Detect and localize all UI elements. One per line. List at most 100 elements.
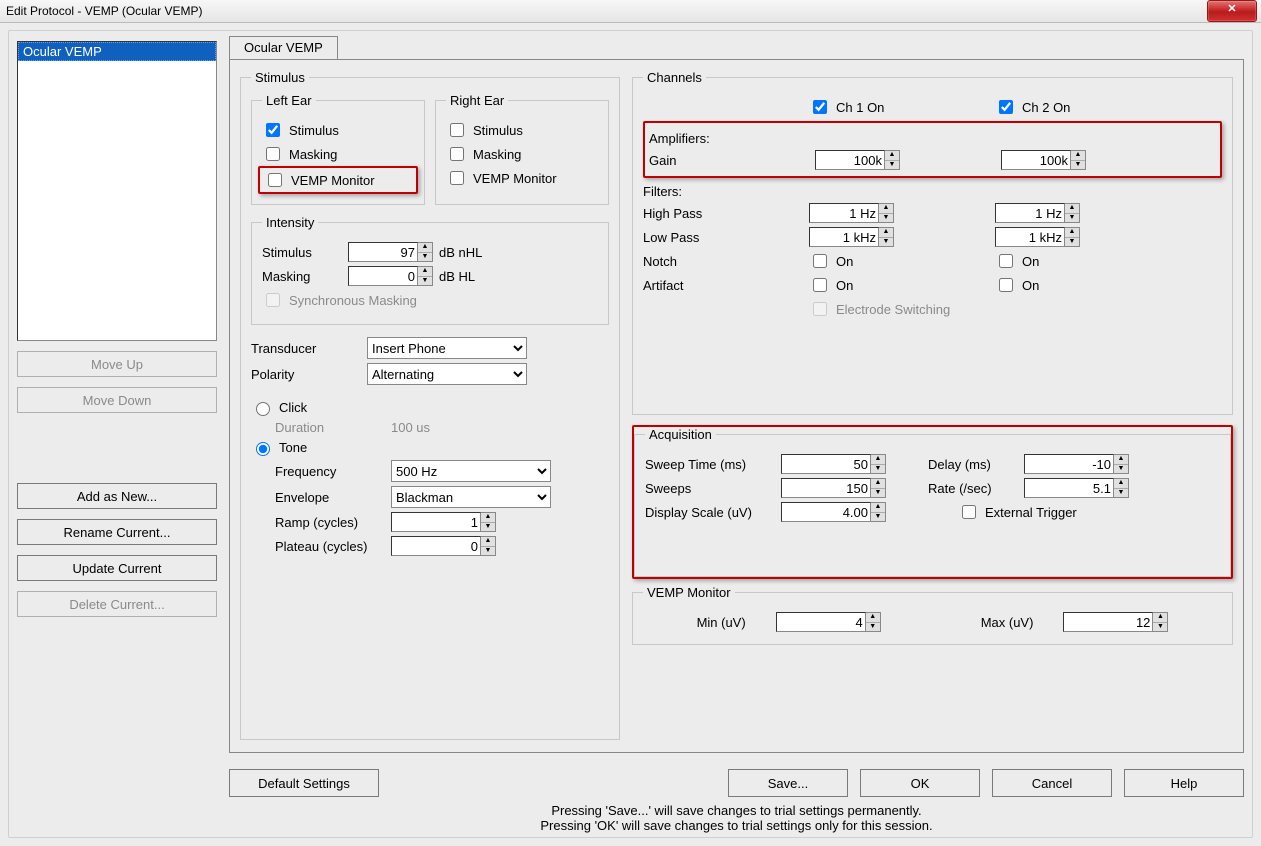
chevron-down-icon[interactable]: ▼ [1114, 465, 1128, 474]
chevron-down-icon[interactable]: ▼ [1065, 238, 1079, 247]
notch1-checkbox[interactable] [813, 254, 827, 268]
close-button[interactable]: ✕ [1207, 0, 1257, 22]
chevron-down-icon[interactable]: ▼ [879, 238, 893, 247]
ramp-input[interactable] [391, 512, 481, 532]
chevron-down-icon[interactable]: ▼ [418, 253, 432, 262]
chevron-down-icon[interactable]: ▼ [481, 547, 495, 556]
envelope-select[interactable]: Blackman [391, 486, 551, 508]
protocol-list[interactable]: Ocular VEMP [17, 41, 217, 341]
chevron-up-icon[interactable]: ▲ [418, 267, 432, 277]
gain1-spinner[interactable]: ▲▼ [815, 150, 900, 170]
vemp-max-spinner[interactable]: ▲▼ [1063, 612, 1168, 632]
lp2-input[interactable] [995, 227, 1065, 247]
chevron-up-icon[interactable]: ▲ [879, 204, 893, 214]
chevron-down-icon[interactable]: ▼ [871, 489, 885, 498]
rate-input[interactable] [1024, 478, 1114, 498]
chevron-up-icon[interactable]: ▲ [1114, 455, 1128, 465]
gain2-input[interactable] [1001, 150, 1071, 170]
chevron-down-icon[interactable]: ▼ [879, 214, 893, 223]
hp1-input[interactable] [809, 203, 879, 223]
spinner-buttons[interactable]: ▲▼ [1153, 612, 1168, 632]
spinner-buttons[interactable]: ▲▼ [1114, 454, 1129, 474]
click-radio[interactable] [256, 402, 270, 416]
spinner-buttons[interactable]: ▲▼ [1114, 478, 1129, 498]
chevron-up-icon[interactable]: ▲ [1065, 228, 1079, 238]
chevron-down-icon[interactable]: ▼ [481, 523, 495, 532]
chevron-up-icon[interactable]: ▲ [885, 151, 899, 161]
notch2-checkbox[interactable] [999, 254, 1013, 268]
lp2-spinner[interactable]: ▲▼ [995, 227, 1080, 247]
intensity-stimulus-input[interactable] [348, 242, 418, 262]
chevron-down-icon[interactable]: ▼ [1114, 489, 1128, 498]
spinner-buttons[interactable]: ▲▼ [871, 502, 886, 522]
spinner-buttons[interactable]: ▲▼ [418, 242, 433, 262]
ok-button[interactable]: OK [860, 769, 980, 797]
display-scale-spinner[interactable]: ▲▼ [781, 502, 886, 522]
help-button[interactable]: Help [1124, 769, 1244, 797]
chevron-up-icon[interactable]: ▲ [1065, 204, 1079, 214]
sweep-time-spinner[interactable]: ▲▼ [781, 454, 886, 474]
plateau-input[interactable] [391, 536, 481, 556]
lp1-input[interactable] [809, 227, 879, 247]
spinner-buttons[interactable]: ▲▼ [885, 150, 900, 170]
add-as-new-button[interactable]: Add as New... [17, 483, 217, 509]
vemp-min-spinner[interactable]: ▲▼ [776, 612, 881, 632]
ext-trigger-checkbox[interactable] [962, 505, 976, 519]
spinner-buttons[interactable]: ▲▼ [879, 227, 894, 247]
gain1-input[interactable] [815, 150, 885, 170]
spinner-buttons[interactable]: ▲▼ [1071, 150, 1086, 170]
chevron-down-icon[interactable]: ▼ [871, 513, 885, 522]
delay-input[interactable] [1024, 454, 1114, 474]
spinner-buttons[interactable]: ▲▼ [866, 612, 881, 632]
update-current-button[interactable]: Update Current [17, 555, 217, 581]
sweep-time-input[interactable] [781, 454, 871, 474]
spinner-buttons[interactable]: ▲▼ [871, 454, 886, 474]
spinner-buttons[interactable]: ▲▼ [879, 203, 894, 223]
plateau-spinner[interactable]: ▲▼ [391, 536, 496, 556]
ch2-on-checkbox[interactable] [999, 100, 1013, 114]
spinner-buttons[interactable]: ▲▼ [418, 266, 433, 286]
sweeps-input[interactable] [781, 478, 871, 498]
default-settings-button[interactable]: Default Settings [229, 769, 379, 797]
left-stimulus-checkbox[interactable] [266, 123, 280, 137]
ramp-spinner[interactable]: ▲▼ [391, 512, 496, 532]
ch1-on-checkbox[interactable] [813, 100, 827, 114]
artifact1-checkbox[interactable] [813, 278, 827, 292]
spinner-buttons[interactable]: ▲▼ [481, 536, 496, 556]
artifact2-checkbox[interactable] [999, 278, 1013, 292]
chevron-up-icon[interactable]: ▲ [418, 243, 432, 253]
gain2-spinner[interactable]: ▲▼ [1001, 150, 1086, 170]
left-vemp-monitor-checkbox[interactable] [268, 173, 282, 187]
rate-spinner[interactable]: ▲▼ [1024, 478, 1129, 498]
chevron-up-icon[interactable]: ▲ [481, 537, 495, 547]
chevron-up-icon[interactable]: ▲ [871, 503, 885, 513]
frequency-select[interactable]: 500 Hz [391, 460, 551, 482]
display-scale-input[interactable] [781, 502, 871, 522]
chevron-down-icon[interactable]: ▼ [871, 465, 885, 474]
chevron-up-icon[interactable]: ▲ [1071, 151, 1085, 161]
chevron-down-icon[interactable]: ▼ [1153, 623, 1167, 632]
right-masking-checkbox[interactable] [450, 147, 464, 161]
spinner-buttons[interactable]: ▲▼ [871, 478, 886, 498]
tone-radio[interactable] [256, 442, 270, 456]
chevron-down-icon[interactable]: ▼ [1065, 214, 1079, 223]
chevron-up-icon[interactable]: ▲ [1114, 479, 1128, 489]
hp2-input[interactable] [995, 203, 1065, 223]
delete-current-button[interactable]: Delete Current... [17, 591, 217, 617]
protocol-list-item[interactable]: Ocular VEMP [18, 42, 216, 61]
cancel-button[interactable]: Cancel [992, 769, 1112, 797]
move-up-button[interactable]: Move Up [17, 351, 217, 377]
chevron-down-icon[interactable]: ▼ [866, 623, 880, 632]
chevron-up-icon[interactable]: ▲ [879, 228, 893, 238]
intensity-stimulus-spinner[interactable]: ▲▼ [348, 242, 433, 262]
hp2-spinner[interactable]: ▲▼ [995, 203, 1080, 223]
intensity-masking-spinner[interactable]: ▲▼ [348, 266, 433, 286]
chevron-up-icon[interactable]: ▲ [871, 455, 885, 465]
spinner-buttons[interactable]: ▲▼ [1065, 227, 1080, 247]
save-button[interactable]: Save... [728, 769, 848, 797]
vemp-max-input[interactable] [1063, 612, 1153, 632]
move-down-button[interactable]: Move Down [17, 387, 217, 413]
right-stimulus-checkbox[interactable] [450, 123, 464, 137]
transducer-select[interactable]: Insert Phone [367, 337, 527, 359]
chevron-down-icon[interactable]: ▼ [418, 277, 432, 286]
